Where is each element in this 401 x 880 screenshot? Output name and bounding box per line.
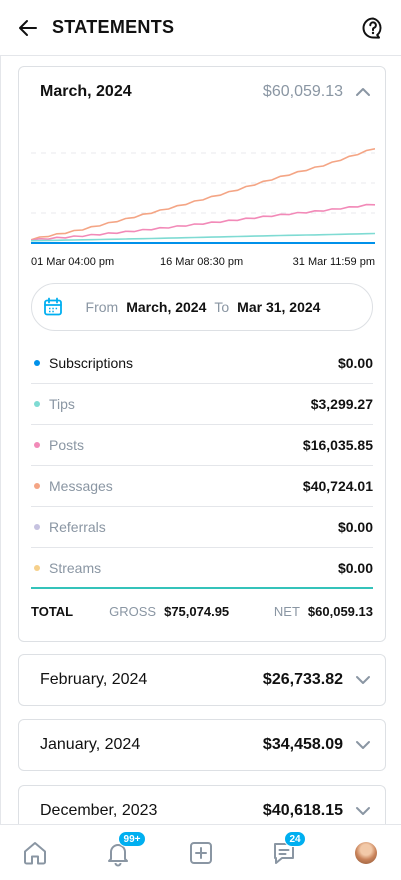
help-icon[interactable] <box>361 16 385 40</box>
row-value: $16,035.85 <box>302 437 373 453</box>
total-label: TOTAL <box>31 603 74 619</box>
month-name: February, 2024 <box>40 671 148 688</box>
row-label: Posts <box>49 437 85 453</box>
tab-notifications[interactable]: 99+ <box>104 831 146 867</box>
series-line-messages <box>31 148 375 241</box>
month-total: $60,059.13 <box>262 83 343 100</box>
from-date[interactable]: March, 2024 <box>126 299 206 315</box>
from-label: From <box>85 299 119 315</box>
breakdown-row-messages: Messages $40,724.01 <box>31 466 373 507</box>
posts-dot-icon <box>34 442 40 448</box>
to-date[interactable]: Mar 31, 2024 <box>237 299 320 315</box>
axis-label-end: 31 Mar 11:59 pm <box>292 256 375 268</box>
tab-messages[interactable]: 24 <box>270 831 306 867</box>
month-name: December, 2023 <box>40 802 158 819</box>
row-value: $0.00 <box>337 355 373 371</box>
subscriptions-dot-icon <box>34 360 40 366</box>
chevron-down-icon[interactable] <box>353 670 373 690</box>
gross-label: GROSS <box>109 603 157 619</box>
page-title: STATEMENTS <box>52 17 175 37</box>
month-header[interactable]: March, 2024 $60,059.13 <box>19 67 385 117</box>
breakdown-row-subscriptions: Subscriptions $0.00 <box>31 343 373 384</box>
statements-list[interactable]: March, 2024 $60,059.13 01 Mar 04:00 pm 1… <box>0 56 401 824</box>
chevron-down-icon[interactable] <box>353 735 373 755</box>
to-label: To <box>214 299 230 315</box>
calendar-icon[interactable] <box>43 297 63 317</box>
row-label: Tips <box>49 396 75 412</box>
back-arrow-icon[interactable] <box>16 16 40 40</box>
statement-row-december[interactable]: December, 2023 $40,618.15 <box>18 785 386 824</box>
chevron-up-icon[interactable] <box>353 82 373 102</box>
row-label: Subscriptions <box>49 355 134 371</box>
row-value: $0.00 <box>337 559 373 576</box>
chart-axis-labels: 01 Mar 04:00 pm 16 Mar 08:30 pm 31 Mar 1… <box>31 256 375 270</box>
earnings-breakdown: Subscriptions $0.00 Tips $3,299.27 Posts… <box>31 343 373 589</box>
net-label: NET <box>273 603 300 619</box>
axis-label-mid: 16 Mar 08:30 pm <box>160 256 244 268</box>
month-name: January, 2024 <box>40 736 141 753</box>
month-name: March, 2024 <box>40 83 132 100</box>
messages-badge: 24 <box>284 831 306 847</box>
tips-dot-icon <box>34 401 40 407</box>
bottom-tab-bar: 99+ 24 <box>0 824 401 880</box>
month-total: $26,733.82 <box>262 671 343 688</box>
row-value: $40,724.01 <box>302 478 373 494</box>
earnings-chart <box>31 148 375 244</box>
row-label: Streams <box>49 559 102 576</box>
statement-row-february[interactable]: February, 2024 $26,733.82 <box>18 654 386 706</box>
referrals-dot-icon <box>34 524 40 530</box>
current-month-card: March, 2024 $60,059.13 01 Mar 04:00 pm 1… <box>18 66 386 642</box>
breakdown-row-streams: Streams $0.00 <box>31 548 373 589</box>
row-value: $0.00 <box>337 519 373 535</box>
statement-row-january[interactable]: January, 2024 $34,458.09 <box>18 719 386 771</box>
tab-home[interactable] <box>21 839 49 867</box>
chevron-down-icon[interactable] <box>353 801 373 821</box>
row-value: $3,299.27 <box>310 396 373 412</box>
home-icon <box>24 842 46 865</box>
app-header: STATEMENTS <box>0 0 401 56</box>
month-total: $40,618.15 <box>262 802 343 819</box>
month-total: $34,458.09 <box>262 736 343 753</box>
breakdown-row-tips: Tips $3,299.27 <box>31 384 373 425</box>
notifications-badge: 99+ <box>118 831 146 847</box>
totals-row: TOTAL GROSS $75,074.95 NET $60,059.13 <box>31 601 373 621</box>
profile-avatar[interactable] <box>355 842 377 864</box>
axis-label-start: 01 Mar 04:00 pm <box>31 256 115 268</box>
streams-dot-icon <box>34 564 40 571</box>
tab-new-post[interactable] <box>187 839 215 867</box>
date-range-picker[interactable]: From March, 2024 To Mar 31, 2024 <box>31 283 373 331</box>
net-value: $60,059.13 <box>307 603 373 619</box>
add-post-icon <box>190 842 212 864</box>
gross-value: $75,074.95 <box>164 603 230 619</box>
breakdown-row-posts: Posts $16,035.85 <box>31 425 373 466</box>
messages-dot-icon <box>34 483 40 489</box>
row-label: Messages <box>49 478 113 494</box>
row-label: Referrals <box>49 519 106 535</box>
breakdown-row-referrals: Referrals $0.00 <box>31 507 373 548</box>
